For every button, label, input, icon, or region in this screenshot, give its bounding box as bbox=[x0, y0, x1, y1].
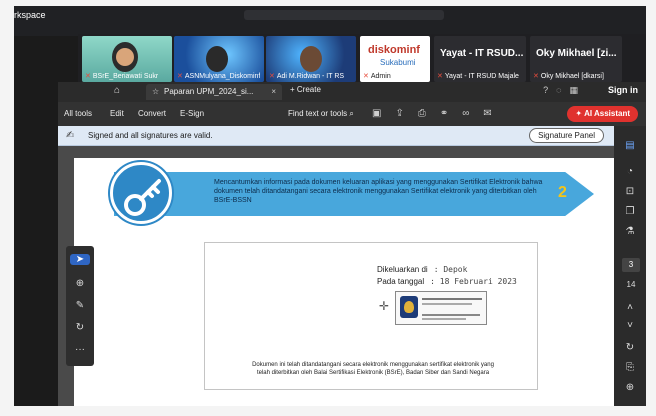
mic-muted-icon: ✕ bbox=[363, 73, 369, 80]
mic-muted-icon: ✕ bbox=[533, 73, 539, 80]
menu-e-sign[interactable]: E-Sign bbox=[180, 109, 204, 118]
participant-tile[interactable]: Oky Mikhael [zi... ✕ Oky Mikhael [dkarsi] bbox=[530, 36, 622, 82]
acrobat-tab-bar: ⌂ ☆ Paparan UPM_2024_si... × + Create ?◌… bbox=[58, 82, 646, 102]
issued-date-row: Pada tanggal: 18 Februari 2023 bbox=[377, 277, 517, 286]
save-page-icon[interactable]: ⎘ bbox=[614, 362, 646, 373]
menu-convert[interactable]: Convert bbox=[138, 109, 166, 118]
stamp-text-line bbox=[422, 318, 466, 320]
mic-muted-icon: ✕ bbox=[177, 73, 183, 80]
zoom-icon[interactable]: ⊕ bbox=[66, 278, 94, 289]
participant-name: ✕ ASNMulyana_Diskominf bbox=[177, 73, 261, 80]
participant-display-name: Yayat - IT RSUD... bbox=[440, 48, 524, 59]
key-icon bbox=[110, 162, 172, 224]
workspace-label: rkspace bbox=[14, 10, 46, 20]
home-icon[interactable]: ⌂ bbox=[114, 85, 120, 96]
upload-icon[interactable]: ⇪ bbox=[395, 108, 417, 119]
signature-valid-icon: ✍ bbox=[66, 130, 75, 141]
tab-bar-icons: ?◌▦ bbox=[543, 85, 586, 96]
signature-status-bar: ✍ Signed and all signatures are valid. S… bbox=[58, 126, 614, 146]
signature-panel-button[interactable]: Signature Panel bbox=[529, 128, 604, 143]
document-tab-title: Paparan UPM_2024_si... bbox=[164, 87, 254, 96]
select-cursor-icon[interactable]: ➤ bbox=[70, 254, 90, 265]
mic-muted-icon: ✕ bbox=[85, 73, 91, 80]
stamp-text-line bbox=[422, 314, 480, 316]
apps-icon[interactable]: ▦ bbox=[569, 85, 586, 95]
bookmark-icon[interactable]: ⊡ bbox=[614, 186, 646, 197]
participant-tile[interactable]: ✕ BSrE_Beriawati Sukr bbox=[82, 36, 172, 82]
comment-icon[interactable]: ◔ bbox=[614, 166, 646, 177]
mic-muted-icon: ✕ bbox=[269, 73, 275, 80]
document-tab[interactable]: ☆ Paparan UPM_2024_si... × bbox=[146, 84, 282, 100]
menu-all-tools[interactable]: All tools bbox=[64, 109, 92, 118]
participant-avatar bbox=[300, 46, 322, 72]
sign-in-button[interactable]: Sign in bbox=[608, 85, 638, 95]
save-icon[interactable]: ▣ bbox=[372, 108, 395, 119]
stamp-text-line bbox=[422, 298, 482, 300]
ai-assistant-button[interactable]: ✦ AI Assistant bbox=[567, 106, 638, 122]
current-page-field[interactable]: 3 bbox=[622, 258, 640, 272]
screen-share-view: rkspace ✕ BSrE_Beriawati Sukr ✕ ASNMulyana… bbox=[14, 6, 646, 406]
zoom-in-icon[interactable]: ⊕ bbox=[614, 382, 646, 393]
participant-name: ✕ BSrE_Beriawati Sukr bbox=[85, 73, 159, 80]
participant-face bbox=[116, 48, 134, 66]
signed-document-preview: Dikeluarkan di: Depok Pada tanggal: 18 F… bbox=[204, 242, 538, 390]
participant-avatar bbox=[206, 46, 228, 72]
participant-name: ✕ Admin bbox=[363, 73, 391, 80]
page: rkspace ✕ BSrE_Beriawati Sukr ✕ ASNMulyana… bbox=[0, 0, 656, 416]
fill-sign-icon[interactable]: ⚗ bbox=[614, 226, 646, 237]
slide-page: Mencantumkan informasi pada dokumen kelu… bbox=[74, 158, 614, 406]
copy-icon[interactable]: ❐ bbox=[614, 206, 646, 217]
participant-name: ✕ Yayat - IT RSUD Majale bbox=[437, 73, 519, 80]
share-icon[interactable]: ⚭ bbox=[440, 108, 462, 119]
electronic-signature-stamp bbox=[395, 291, 487, 325]
mic-muted-icon: ✕ bbox=[437, 73, 443, 80]
banner-text: Mencantumkan informasi pada dokumen kelu… bbox=[214, 179, 543, 204]
participant-tile[interactable]: Yayat - IT RSUD... ✕ Yayat - IT RSUD Maja… bbox=[434, 36, 526, 82]
participant-tile[interactable]: ✕ ASNMulyana_Diskominf bbox=[174, 36, 264, 82]
toolbar-icons: ▣⇪⎙⚭∞✉ bbox=[372, 108, 506, 119]
link-icon[interactable]: ∞ bbox=[462, 108, 483, 119]
more-tools-icon[interactable]: ··· bbox=[66, 344, 94, 355]
meeting-title-area bbox=[244, 10, 444, 20]
total-pages: 14 bbox=[626, 280, 636, 289]
signature-status-message: Signed and all signatures are valid. bbox=[88, 131, 213, 140]
print-icon[interactable]: ⎙ bbox=[418, 108, 440, 119]
star-icon[interactable]: ☆ bbox=[152, 84, 159, 100]
slide-banner: Mencantumkan informasi pada dokumen kelu… bbox=[114, 172, 594, 216]
participant-tile[interactable]: diskominf Sukabumi ✕ Admin bbox=[360, 36, 430, 82]
participant-name: ✕ Oky Mikhael [dkarsi] bbox=[533, 73, 604, 80]
issued-at-row: Dikeluarkan di: Depok bbox=[377, 265, 468, 274]
participants-strip: ✕ BSrE_Beriawati Sukr ✕ ASNMulyana_Diskomi… bbox=[78, 34, 646, 86]
page-thumbnails-icon[interactable]: ▤ bbox=[614, 140, 646, 151]
search-icon: ⌕ bbox=[349, 109, 354, 118]
right-sidebar: ▤ ◔ ⊡ ❐ ⚗ 3 14 ˄ ˅ ↻ ⎘ ⊕ bbox=[614, 126, 646, 406]
participant-display-name: Oky Mikhael [zi... bbox=[536, 48, 617, 59]
find-tools-search[interactable]: Find text or tools ⌕ bbox=[288, 109, 354, 119]
meeting-top-bar: rkspace bbox=[14, 6, 646, 36]
chevron-down-icon[interactable]: ˅ bbox=[614, 320, 646, 331]
document-footnote: Dokumen ini telah ditandatangani secara … bbox=[252, 362, 494, 376]
chevron-up-icon[interactable]: ˄ bbox=[614, 302, 646, 313]
bssn-emblem-icon bbox=[400, 296, 418, 318]
close-icon[interactable]: × bbox=[271, 84, 276, 100]
participant-name: ✕ Adi M.Ridwan - IT RS bbox=[269, 73, 345, 80]
notifications-icon[interactable]: ◌ bbox=[556, 85, 569, 95]
highlight-pen-icon[interactable]: ✎ bbox=[66, 300, 94, 311]
stamp-text-line bbox=[422, 303, 472, 305]
rotate-icon[interactable]: ↻ bbox=[614, 342, 646, 353]
diskominfo-logo: diskominf bbox=[368, 44, 420, 56]
diskominfo-logo-sub: Sukabumi bbox=[380, 58, 416, 67]
menu-edit[interactable]: Edit bbox=[110, 109, 124, 118]
left-quick-tools: ➤ ⊕ ✎ ↻ ··· bbox=[66, 246, 94, 366]
create-button[interactable]: + Create bbox=[290, 85, 321, 94]
help-icon[interactable]: ? bbox=[543, 85, 556, 95]
participant-tile[interactable]: ✕ Adi M.Ridwan - IT RS bbox=[266, 36, 356, 82]
acrobat-toolbar: All tools Edit Convert E-Sign Find text … bbox=[58, 102, 646, 126]
mail-icon[interactable]: ✉ bbox=[483, 108, 505, 119]
draw-lasso-icon[interactable]: ↻ bbox=[66, 322, 94, 333]
crosshair-cursor-icon: ✛ bbox=[379, 299, 390, 313]
banner-number: 2 bbox=[558, 184, 567, 201]
